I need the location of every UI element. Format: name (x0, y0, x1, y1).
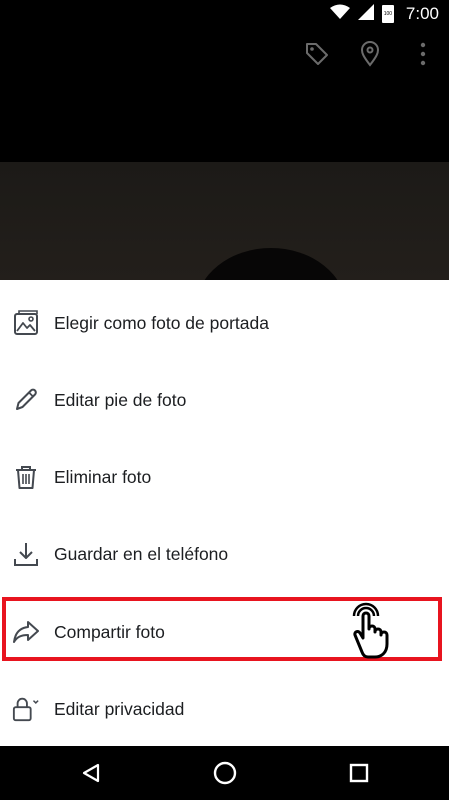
wifi-icon (329, 4, 350, 25)
photo-subject (196, 248, 346, 280)
trash-icon (12, 463, 40, 491)
menu-item-label: Editar privacidad (54, 698, 185, 719)
menu-item-cover-photo[interactable]: Elegir como foto de portada (0, 285, 449, 361)
menu-item-label: Elegir como foto de portada (54, 312, 269, 333)
recents-icon[interactable] (344, 759, 374, 787)
download-icon (12, 540, 40, 568)
tag-icon[interactable] (301, 38, 333, 70)
status-bar: 100 7:00 (0, 0, 449, 28)
photo-options-sheet: Elegir como foto de portada Editar pie d… (0, 280, 449, 746)
battery-icon: 100 (381, 5, 394, 23)
share-icon (12, 618, 40, 646)
menu-item-label: Guardar en el teléfono (54, 543, 229, 564)
clock: 7:00 (405, 4, 439, 23)
tap-hand-icon (346, 602, 396, 660)
system-nav-bar (0, 746, 449, 800)
photo-actions-bar (0, 28, 449, 80)
menu-item-label: Compartir foto (54, 621, 165, 642)
photo-viewer (0, 80, 449, 280)
more-vertical-icon[interactable] (407, 38, 439, 70)
menu-item-edit-privacy[interactable]: Editar privacidad (0, 671, 449, 747)
location-pin-icon[interactable] (354, 38, 386, 70)
menu-item-delete-photo[interactable]: Eliminar foto (0, 439, 449, 515)
pencil-icon (12, 386, 40, 414)
profile-photo[interactable] (0, 162, 449, 280)
lock-icon (12, 695, 40, 723)
battery-level: 100 (383, 11, 393, 17)
menu-item-save-to-phone[interactable]: Guardar en el teléfono (0, 516, 449, 592)
home-icon[interactable] (210, 759, 240, 787)
menu-item-label: Eliminar foto (54, 466, 152, 487)
signal-icon (357, 3, 374, 25)
menu-item-edit-caption[interactable]: Editar pie de foto (0, 362, 449, 438)
cover-photo-icon (12, 309, 40, 337)
back-icon[interactable] (76, 759, 106, 787)
menu-item-label: Editar pie de foto (54, 389, 187, 410)
